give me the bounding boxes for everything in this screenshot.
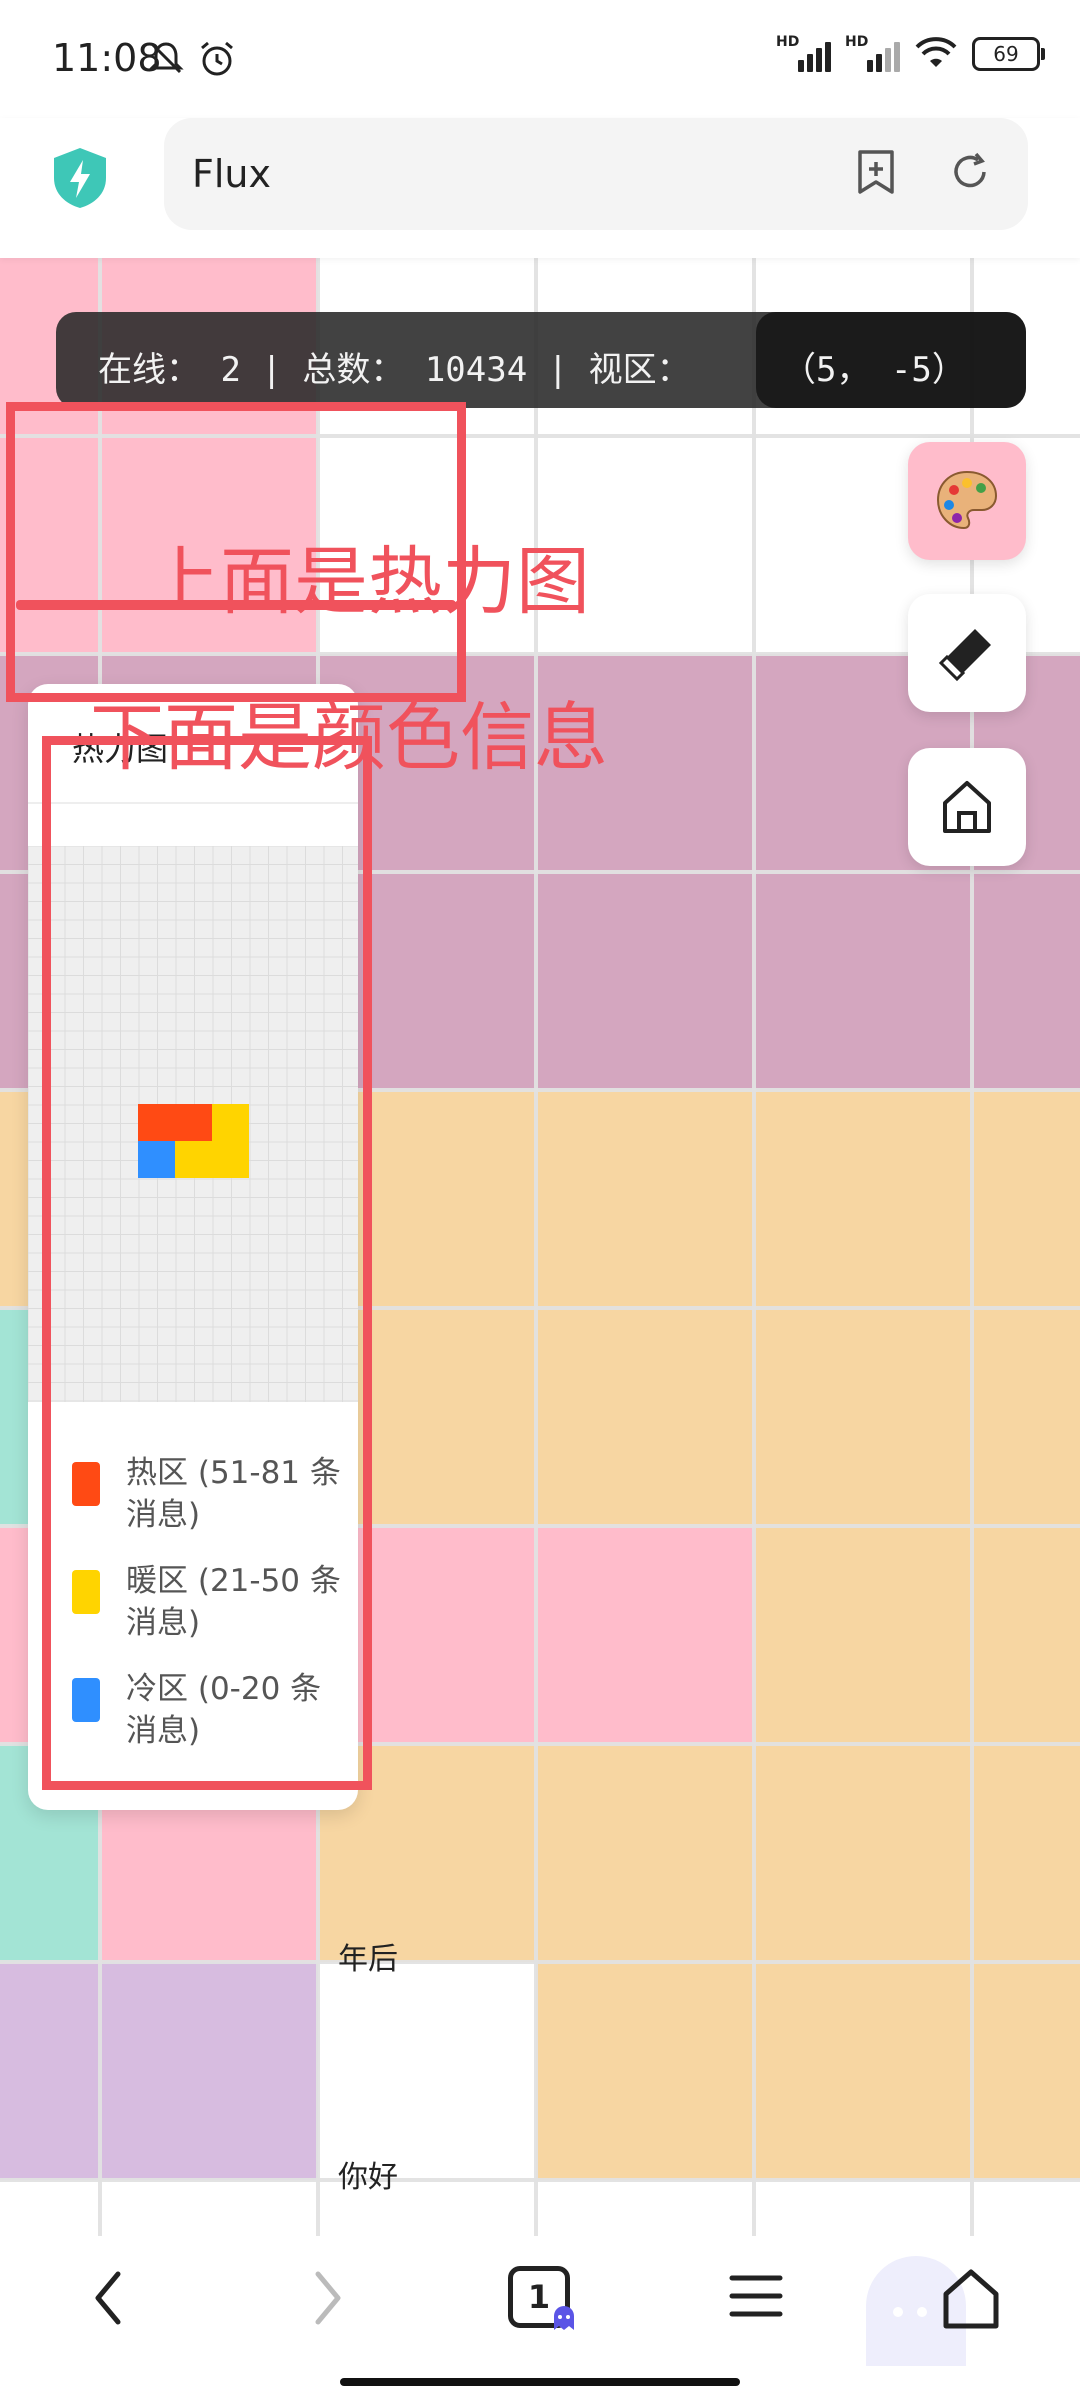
back-icon[interactable] — [88, 2266, 128, 2330]
palette-icon — [936, 470, 998, 530]
grid-cell[interactable] — [754, 1962, 972, 2180]
wifi-icon — [915, 37, 957, 67]
status-time: 11:08 — [52, 36, 162, 80]
annotation-text-top: 上面是热力图 — [146, 539, 590, 625]
stats-bar: 在线： 2 | 总数： 10434 | 视区： （5， -5） — [56, 312, 1026, 408]
grid-cell[interactable] — [318, 1962, 536, 2180]
menu-icon[interactable] — [726, 2266, 786, 2326]
add-bookmark-icon[interactable] — [854, 148, 898, 198]
grid-line — [0, 2178, 1080, 2182]
annotation-box-bottom — [42, 736, 372, 1790]
grid-cell[interactable] — [536, 1526, 754, 1744]
ghost-badge-icon — [554, 2306, 574, 2330]
home-icon — [943, 781, 991, 833]
address-text[interactable]: Flux — [192, 152, 271, 196]
grid-cell[interactable] — [536, 1308, 754, 1526]
viewport-coordinates: （5， -5） — [756, 312, 1026, 408]
bottom-navigation: 1 — [0, 2236, 1080, 2400]
battery-icon: 69 — [972, 37, 1045, 71]
grid-cell[interactable] — [754, 1090, 972, 1308]
signal-2-icon: HD — [845, 34, 900, 72]
grid-cell[interactable] — [972, 1308, 1080, 1526]
grid-cell[interactable] — [972, 1090, 1080, 1308]
grid-cell[interactable] — [972, 1526, 1080, 1744]
grid-cell[interactable] — [754, 1744, 972, 1962]
grid-cell[interactable] — [100, 1962, 318, 2180]
status-bar: 11:08 HD HD 69 — [0, 0, 1080, 118]
tab-count: 1 — [527, 2278, 551, 2316]
grid-cell[interactable] — [536, 1962, 754, 2180]
annotation-text-bottom: 下面是颜色信息 — [90, 695, 608, 781]
home-nav-icon[interactable] — [936, 2264, 1006, 2334]
browser-toolbar: Flux — [0, 118, 1080, 258]
grid-cell[interactable] — [536, 872, 754, 1090]
cell-label[interactable]: 年后 — [338, 1934, 398, 1978]
grid-line — [752, 258, 756, 2236]
home-indicator — [340, 2378, 740, 2386]
stats-text: 在线： 2 | 总数： 10434 | 视区： — [98, 350, 691, 390]
grid-cell[interactable] — [754, 1526, 972, 1744]
grid-cell[interactable] — [536, 1744, 754, 1962]
grid-cell[interactable] — [0, 1962, 100, 2180]
grid-line — [0, 1960, 1080, 1964]
refresh-icon[interactable] — [948, 148, 992, 198]
grid-cell[interactable] — [536, 1090, 754, 1308]
cell-label[interactable]: 你好 — [338, 2152, 398, 2196]
home-position-button[interactable] — [908, 748, 1026, 866]
grid-cell[interactable] — [754, 1308, 972, 1526]
grid-cell[interactable] — [754, 872, 972, 1090]
palette-button[interactable] — [908, 442, 1026, 560]
alarm-icon — [201, 41, 233, 76]
address-bar[interactable]: Flux — [164, 118, 1028, 230]
grid-cell[interactable] — [972, 1962, 1080, 2180]
grid-cell[interactable] — [972, 1744, 1080, 1962]
security-shield-icon[interactable] — [50, 146, 110, 210]
grid-cell[interactable] — [972, 872, 1080, 1090]
forward-icon[interactable] — [308, 2266, 348, 2330]
mute-bell-icon — [148, 42, 184, 74]
signal-1-icon: HD — [776, 34, 831, 72]
eraser-button[interactable] — [908, 594, 1026, 712]
coords-text: （5， -5） — [782, 350, 966, 390]
eraser-icon — [938, 629, 991, 682]
